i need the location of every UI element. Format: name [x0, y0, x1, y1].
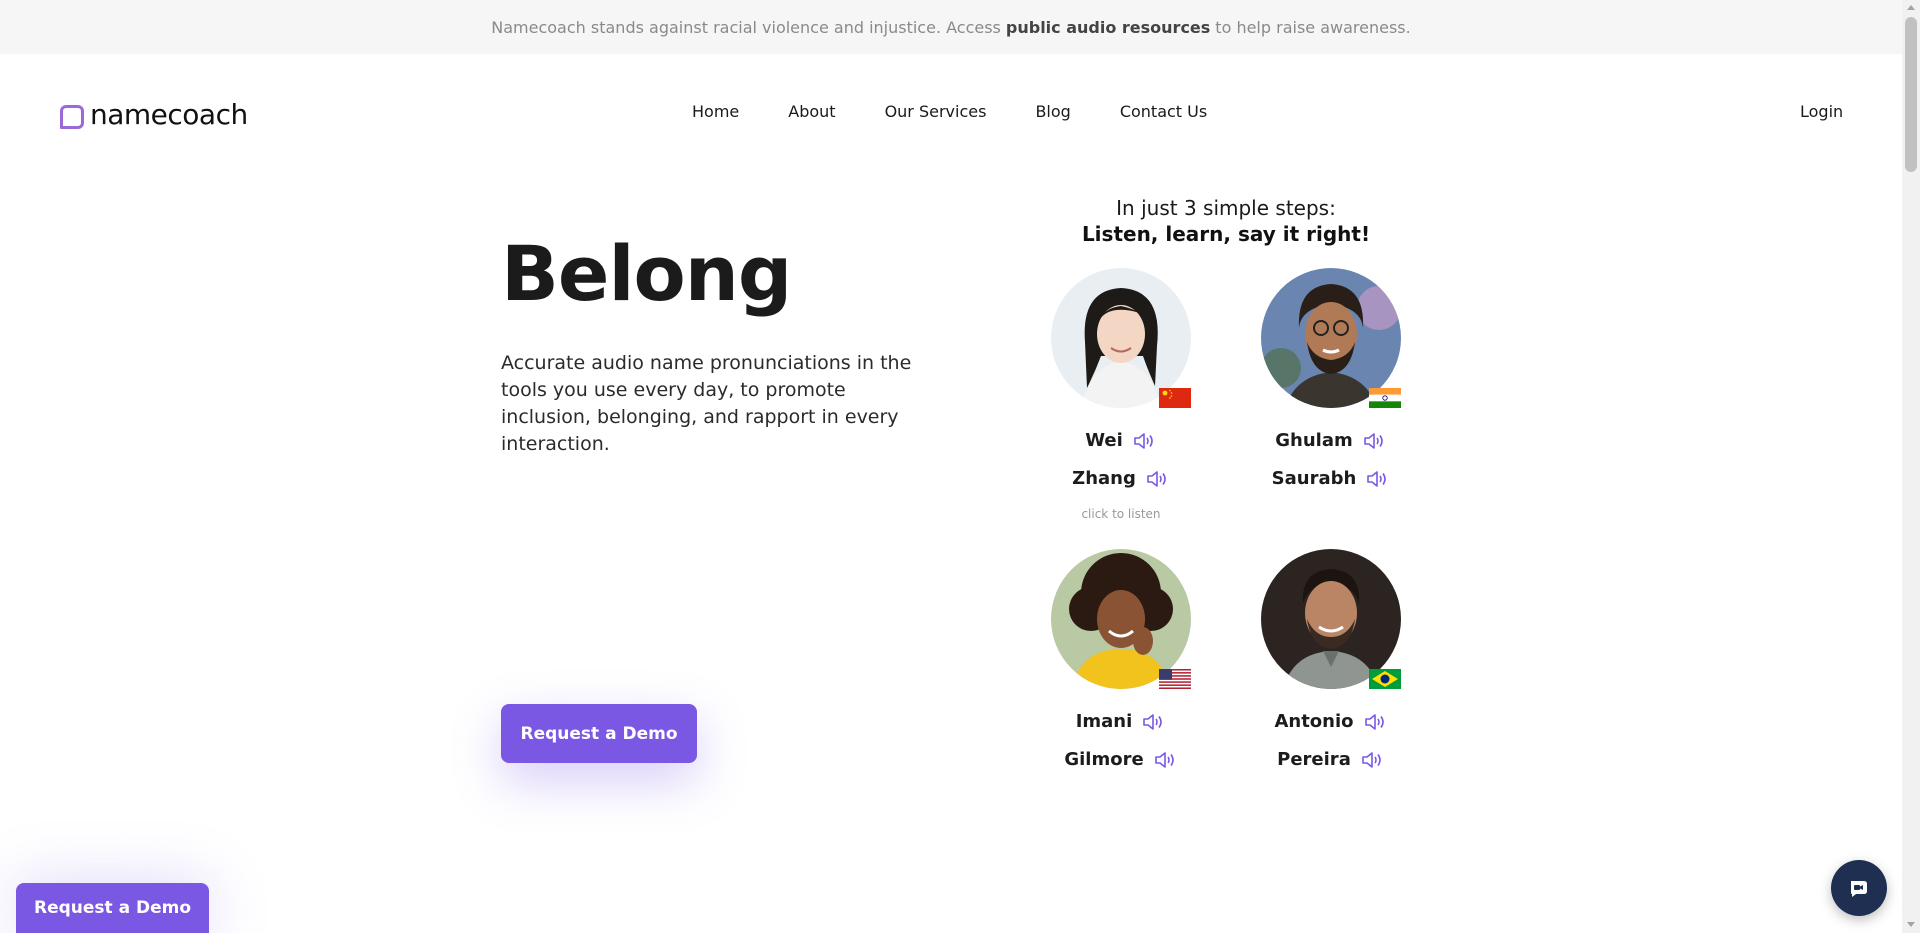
speaker-icon: [1364, 713, 1384, 730]
request-demo-button[interactable]: Request a Demo: [501, 704, 697, 763]
logo[interactable]: namecoach: [60, 98, 248, 131]
name-text: Wei: [1085, 430, 1123, 451]
video-chat-button[interactable]: [1831, 860, 1887, 916]
speaker-icon: [1133, 432, 1153, 449]
scroll-down-arrow-icon[interactable]: [1907, 922, 1915, 927]
avatar-wrap: [1261, 268, 1401, 408]
avatar-wrap: [1261, 549, 1401, 689]
avatar: [1261, 549, 1401, 689]
name-text: Zhang: [1072, 468, 1136, 489]
first-name-antonio[interactable]: Antonio: [1221, 711, 1441, 732]
announcement-suffix: to help raise awareness.: [1215, 17, 1411, 37]
avatar: [1051, 549, 1191, 689]
name-text: Pereira: [1277, 749, 1351, 770]
video-chat-icon: [1851, 881, 1867, 897]
public-audio-resources-link[interactable]: public audio resources: [1006, 18, 1210, 37]
usa-flag-icon: [1159, 669, 1191, 689]
chat-bubble-logo-icon: [60, 104, 84, 129]
click-to-listen-hint: click to listen: [1081, 507, 1161, 521]
india-flag-icon: [1369, 388, 1401, 408]
avatar-wrap: [1051, 549, 1191, 689]
last-name-zhang[interactable]: Zhang: [1011, 468, 1231, 489]
speaker-icon: [1147, 470, 1166, 487]
announcement-bar: Namecoach stands against racial violence…: [0, 0, 1902, 54]
nav-item-home[interactable]: Home: [692, 102, 739, 121]
nav-item-about[interactable]: About: [788, 102, 835, 121]
name-text: Antonio: [1274, 711, 1354, 732]
last-name-saurabh[interactable]: Saurabh: [1221, 468, 1441, 489]
first-name-ghulam[interactable]: Ghulam: [1221, 430, 1441, 451]
hero-description: Accurate audio name pronunciations in th…: [501, 352, 912, 455]
nav-item-blog[interactable]: Blog: [1035, 102, 1070, 121]
nav-item-contact-us[interactable]: Contact Us: [1120, 102, 1207, 121]
avatar: [1261, 268, 1401, 408]
avatar: [1051, 268, 1191, 408]
name-text: Imani: [1075, 711, 1133, 732]
first-name-wei[interactable]: Wei: [1011, 430, 1231, 451]
last-name-pereira[interactable]: Pereira: [1221, 749, 1441, 770]
sticky-request-demo-button[interactable]: Request a Demo: [16, 883, 209, 933]
name-text: Ghulam: [1275, 430, 1353, 451]
name-text: Gilmore: [1064, 749, 1144, 770]
scrollbar-thumb[interactable]: [1905, 17, 1917, 172]
logo-text: namecoach: [90, 98, 248, 131]
main-navigation: namecoach Home About Our Services Blog C…: [0, 54, 1902, 174]
steps-tagline: Listen, learn, say it right!: [1081, 222, 1371, 246]
speaker-icon: [1362, 751, 1381, 768]
first-name-imani[interactable]: Imani: [1011, 711, 1231, 732]
nav-item-our-services[interactable]: Our Services: [885, 102, 987, 121]
speaker-icon: [1363, 432, 1383, 449]
china-flag-icon: [1159, 388, 1191, 408]
login-link[interactable]: Login: [1800, 102, 1843, 121]
steps-intro: In just 3 simple steps:: [1116, 196, 1336, 220]
speaker-icon: [1154, 751, 1174, 768]
name-text: Saurabh: [1271, 468, 1357, 489]
avatar-wrap: [1051, 268, 1191, 408]
brazil-flag-icon: [1369, 669, 1401, 689]
hero-title: Belong: [501, 229, 792, 318]
scroll-up-arrow-icon[interactable]: [1907, 5, 1915, 10]
last-name-gilmore[interactable]: Gilmore: [1011, 749, 1231, 770]
speaker-icon: [1367, 470, 1387, 487]
announcement-prefix: Namecoach stands against racial violence…: [491, 17, 1001, 37]
speaker-icon: [1143, 713, 1163, 730]
vertical-scrollbar[interactable]: [1902, 0, 1920, 933]
nav-menu: Home About Our Services Blog Contact Us: [692, 102, 1207, 121]
